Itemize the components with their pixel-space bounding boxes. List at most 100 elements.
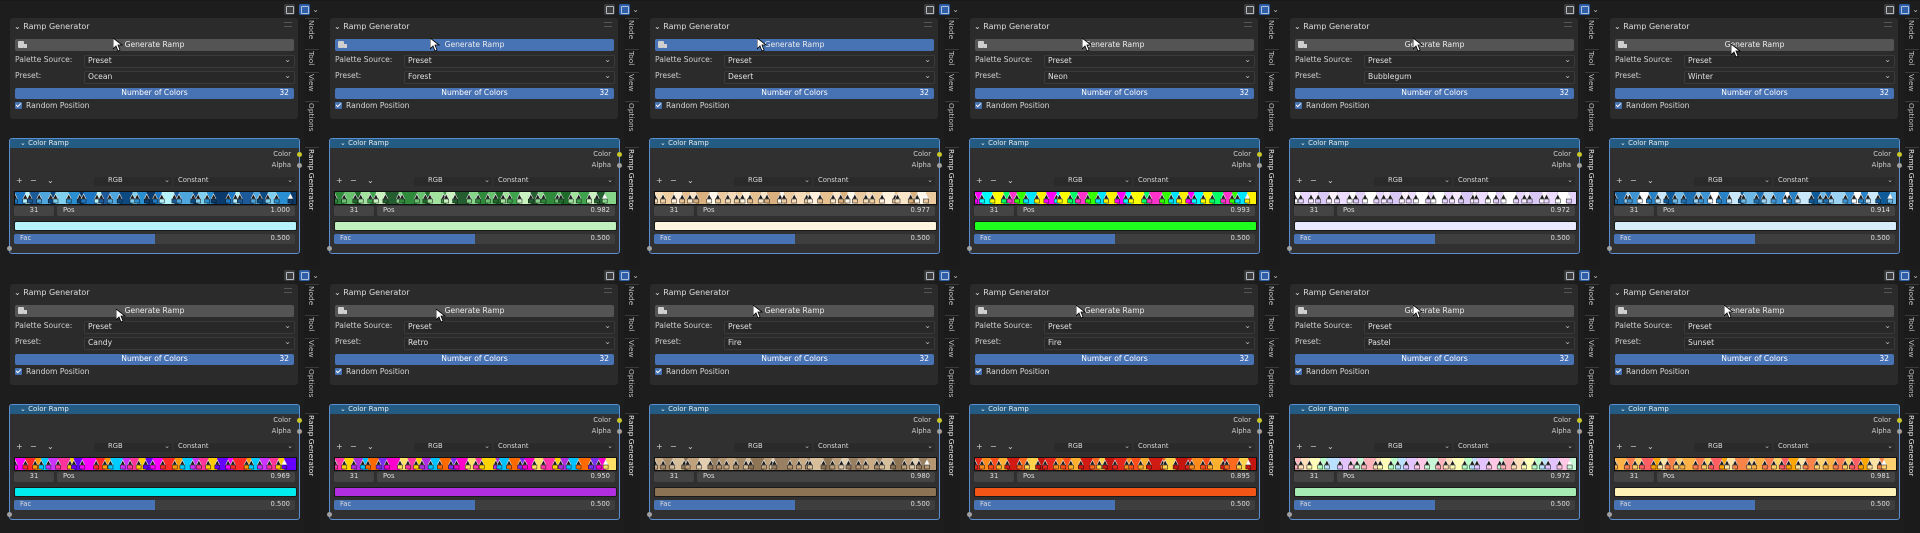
color-stop-swatch[interactable] [874,464,880,470]
color-socket[interactable] [1577,152,1582,157]
color-stop-swatch[interactable] [1626,198,1633,204]
tab-node[interactable]: Node [307,20,316,39]
minus-icon[interactable]: − [670,442,677,451]
color-stop-swatch[interactable] [1435,464,1441,470]
color-ramp-gradient[interactable] [335,192,616,204]
interpolation-dropdown[interactable]: Constant ⌄ [1454,442,1575,452]
color-stop-swatch[interactable] [1822,464,1829,470]
color-stop-swatch[interactable] [1114,198,1121,204]
minus-icon[interactable]: − [350,442,357,451]
fac-input-socket[interactable] [967,246,972,251]
active-stop-index-field[interactable]: 31 [654,206,694,216]
drag-grip-icon[interactable] [284,288,292,293]
panel-header[interactable]: ⌄ Ramp Generator [334,22,410,31]
tab-node[interactable]: Node [1907,286,1916,305]
color-mode-dropdown[interactable]: RGB ⌄ [1054,442,1132,452]
color-ramp-bar[interactable] [14,457,297,471]
color-stop-swatch[interactable] [1770,198,1777,204]
color-mode-dropdown[interactable]: RGB ⌄ [734,176,812,186]
color-stop-swatch[interactable] [820,464,827,470]
color-stop-swatch[interactable] [196,464,202,470]
color-ramp-node[interactable]: ⌄ Color Ramp Color Alpha + − ⌄ RGB ⌄ Constant ⌄ 31… [7,138,302,254]
color-stop-swatch[interactable] [119,464,126,470]
color-stop-swatch[interactable] [359,464,366,470]
interpolation-dropdown[interactable]: Constant ⌄ [174,442,295,452]
palette-source-dropdown[interactable]: Preset ⌄ [724,55,935,68]
color-stop-swatch[interactable] [807,464,813,470]
color-ramp-bar[interactable] [1294,191,1577,205]
color-stop-swatch[interactable] [706,198,712,204]
panel-header[interactable]: ⌄ Ramp Generator [654,288,730,297]
color-mode-dropdown[interactable]: RGB ⌄ [734,442,812,452]
color-ramp-gradient[interactable] [1295,192,1576,204]
color-stop-swatch[interactable] [367,198,374,204]
palette-source-dropdown[interactable]: Preset ⌄ [1044,55,1255,68]
stop-position-field[interactable]: Pos 0.977 [697,206,935,216]
preset-dropdown[interactable]: Winter ⌄ [1684,71,1895,84]
color-stop-swatch[interactable] [1543,198,1550,204]
color-stop-swatch[interactable] [787,464,793,470]
color-stop-swatch[interactable] [1430,198,1437,204]
fac-field[interactable]: Fac 0.500 [974,234,1255,244]
color-stop-swatch[interactable] [517,464,523,470]
fac-field[interactable]: Fac 0.500 [334,500,615,510]
tab-node[interactable]: Node [1267,20,1276,39]
color-stop-swatch[interactable] [158,198,165,204]
color-stop-swatch[interactable] [909,464,916,470]
tab-ramp[interactable]: Ramp Generator [1907,415,1916,476]
color-stop-swatch[interactable] [1023,198,1029,204]
stop-position-field[interactable]: Pos 0.969 [57,472,295,482]
tab-node[interactable]: Node [627,20,636,39]
panel-header[interactable]: ⌄ Ramp Generator [1614,288,1690,297]
color-stop-swatch[interactable] [1360,464,1367,470]
color-stop-swatch[interactable] [1565,198,1572,204]
chevron-down-icon[interactable]: ⌄ [1592,271,1599,280]
color-stop-swatch[interactable] [448,464,454,470]
stop-color-swatch[interactable] [1294,221,1577,231]
color-stop-swatch[interactable] [1539,464,1545,470]
restrict-icon[interactable] [1244,270,1255,281]
alpha-socket[interactable] [617,429,622,434]
fac-input-socket[interactable] [327,246,332,251]
color-stop-swatch[interactable] [98,198,105,204]
color-stop-swatch[interactable] [195,198,201,204]
chevron-down-icon[interactable]: ⌄ [1327,176,1334,185]
color-stop-swatch[interactable] [988,464,994,470]
color-stop-swatch[interactable] [1128,198,1134,204]
color-stop-swatch[interactable] [1858,198,1864,204]
restrict-icon[interactable] [1564,4,1575,15]
color-stop-swatch[interactable] [1298,464,1304,470]
chevron-down-icon[interactable]: ⌄ [632,271,639,280]
interpolation-dropdown[interactable]: Constant ⌄ [174,176,295,186]
active-stop-index-field[interactable]: 31 [654,472,694,482]
color-stop-swatch[interactable] [1474,464,1480,470]
color-stop-swatch[interactable] [1362,198,1368,204]
color-stop-swatch[interactable] [1751,464,1757,470]
generate-ramp-button[interactable]: Generate Ramp [1295,305,1574,317]
color-stop-swatch[interactable] [427,464,434,470]
stop-color-swatch[interactable] [1614,487,1897,497]
overlay-icon[interactable] [939,4,950,15]
stop-color-swatch[interactable] [1614,221,1897,231]
tab-options[interactable]: Options [947,103,956,132]
number-of-colors-field[interactable]: Number of Colors 32 [15,354,294,365]
color-stop-swatch[interactable] [707,464,714,470]
color-stop-swatch[interactable] [1042,464,1048,470]
overlay-icon[interactable] [1899,270,1910,281]
color-stop-swatch[interactable] [485,198,491,204]
color-stop-swatch[interactable] [1096,464,1103,470]
plus-icon[interactable]: + [1616,176,1623,185]
color-stop-swatch[interactable] [791,198,797,204]
node-header[interactable]: ⌄ Color Ramp [1290,405,1579,414]
color-stop-swatch[interactable] [1679,464,1686,470]
color-stop-swatch[interactable] [1245,464,1252,470]
color-stop-swatch[interactable] [655,464,658,470]
color-stop-swatch[interactable] [399,198,405,204]
number-of-colors-field[interactable]: Number of Colors 32 [1615,354,1894,365]
panel-header[interactable]: ⌄ Ramp Generator [974,22,1050,31]
color-stop-swatch[interactable] [1513,198,1519,204]
color-stop-swatch[interactable] [214,464,221,470]
color-stop-swatch[interactable] [879,464,885,470]
color-stop-swatch[interactable] [414,198,420,204]
drag-grip-icon[interactable] [1244,22,1252,27]
